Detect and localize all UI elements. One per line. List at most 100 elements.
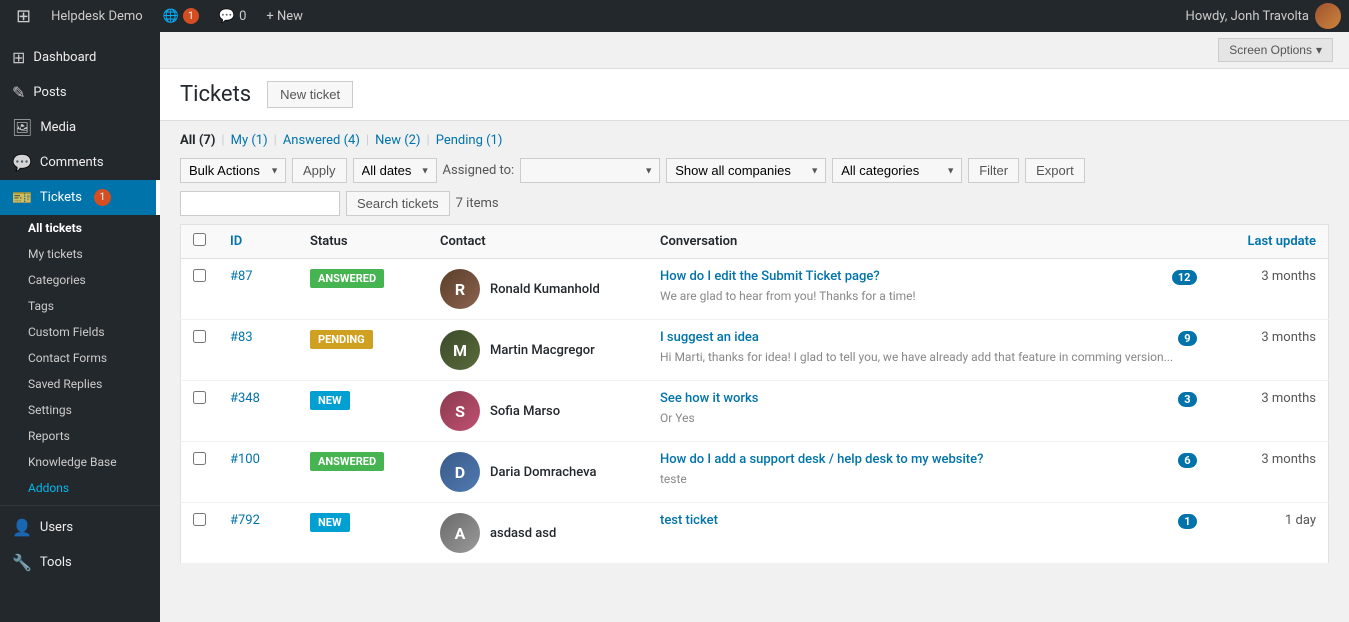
contact-cell: A asdasd asd xyxy=(440,513,636,553)
th-conversation: Conversation xyxy=(648,225,1209,259)
ticket-id[interactable]: #100 xyxy=(230,452,260,467)
bulk-actions-select[interactable]: Bulk Actions xyxy=(180,158,286,183)
posts-icon: ✎ xyxy=(12,83,25,102)
row-id-cell: #83 xyxy=(218,320,298,381)
row-contact-cell: R Ronald Kumanhold xyxy=(428,259,648,320)
conv-title-link[interactable]: How do I add a support desk / help desk … xyxy=(660,452,1170,467)
main-content: Screen Options ▾ Tickets New ticket All … xyxy=(160,32,1349,622)
sidebar-item-media[interactable]: 🖼 Media xyxy=(0,110,160,145)
comments-icon: 💬 xyxy=(12,153,32,172)
comment-count: 0 xyxy=(239,9,246,24)
th-last-update[interactable]: Last update xyxy=(1209,225,1329,259)
tickets-icon: 🎫 xyxy=(12,188,32,207)
row-checkbox[interactable] xyxy=(193,330,206,343)
search-button[interactable]: Search tickets xyxy=(346,191,450,216)
conv-title: How do I add a support desk / help desk … xyxy=(660,452,1197,468)
status-badge: NEW xyxy=(310,513,350,532)
all-dates-select[interactable]: All dates xyxy=(353,158,437,183)
globe-item[interactable]: 🌐 1 xyxy=(155,0,207,32)
row-checkbox[interactable] xyxy=(193,269,206,282)
filter-tab-answered[interactable]: Answered (4) xyxy=(283,133,360,148)
sidebar-item-comments[interactable]: 💬 Comments xyxy=(0,145,160,180)
new-item[interactable]: + New xyxy=(258,0,311,32)
row-id-cell: #100 xyxy=(218,442,298,503)
tools-icon: 🔧 xyxy=(12,553,32,572)
ticket-id[interactable]: #87 xyxy=(230,269,253,284)
apply-button[interactable]: Apply xyxy=(292,158,347,183)
sidebar-item-custom-fields[interactable]: Custom Fields xyxy=(28,319,160,345)
table-row: #87 ANSWERED R Ronald Kumanhold How do I… xyxy=(181,259,1329,320)
filter-tab-pending[interactable]: Pending (1) xyxy=(436,133,503,148)
sidebar-item-tools[interactable]: 🔧 Tools xyxy=(0,545,160,580)
comment-item[interactable]: 💬 0 xyxy=(211,0,255,32)
sidebar-item-posts[interactable]: ✎ Posts xyxy=(0,75,160,110)
export-button[interactable]: Export xyxy=(1025,158,1085,183)
companies-select[interactable]: Show all companies xyxy=(666,158,826,183)
sidebar-item-tickets[interactable]: 🎫 Tickets 1 xyxy=(0,180,160,215)
sidebar-item-addons[interactable]: Addons xyxy=(28,475,160,501)
contact-name: Ronald Kumanhold xyxy=(490,282,600,297)
row-checkbox[interactable] xyxy=(193,391,206,404)
sidebar-item-saved-replies[interactable]: Saved Replies xyxy=(28,371,160,397)
contact-name: Martin Macgregor xyxy=(490,343,595,358)
conv-title-link[interactable]: I suggest an idea xyxy=(660,330,1170,345)
users-icon: 👤 xyxy=(12,518,32,537)
filter-tab-new[interactable]: New (2) xyxy=(375,133,420,148)
contact-forms-label: Contact Forms xyxy=(28,351,107,365)
sidebar-item-reports[interactable]: Reports xyxy=(28,423,160,449)
conv-title-link[interactable]: See how it works xyxy=(660,391,1170,406)
filter-button[interactable]: Filter xyxy=(968,158,1019,183)
sidebar-item-all-tickets[interactable]: All tickets xyxy=(28,215,160,241)
sidebar-item-contact-forms[interactable]: Contact Forms xyxy=(28,345,160,371)
conv-preview: Or Yes xyxy=(660,410,1197,427)
sidebar-item-users[interactable]: 👤 Users xyxy=(0,510,160,545)
sep1: | xyxy=(221,133,224,148)
last-update: 3 months xyxy=(1261,391,1316,406)
items-count: 7 items xyxy=(456,196,499,211)
sidebar-label-tickets: Tickets xyxy=(40,190,82,205)
status-badge: NEW xyxy=(310,391,350,410)
ticket-id[interactable]: #792 xyxy=(230,513,260,528)
row-status-cell: NEW xyxy=(298,503,428,564)
th-id[interactable]: ID xyxy=(218,225,298,259)
search-input[interactable] xyxy=(180,191,340,216)
conv-title-link[interactable]: test ticket xyxy=(660,513,1170,528)
toolbar-row: Bulk Actions Apply All dates Assigned to… xyxy=(180,158,1329,216)
conv-title-link[interactable]: How do I edit the Submit Ticket page? xyxy=(660,269,1164,284)
sidebar-label-users: Users xyxy=(40,520,73,535)
row-checkbox[interactable] xyxy=(193,513,206,526)
custom-fields-label: Custom Fields xyxy=(28,325,105,339)
row-checkbox[interactable] xyxy=(193,452,206,465)
sep2: | xyxy=(274,133,277,148)
wp-logo-item[interactable]: ⊞ xyxy=(8,0,39,32)
row-id-cell: #348 xyxy=(218,381,298,442)
sidebar-item-settings[interactable]: Settings xyxy=(28,397,160,423)
sidebar-item-knowledge-base[interactable]: Knowledge Base xyxy=(28,449,160,475)
filter-tab-my[interactable]: My (1) xyxy=(231,133,268,148)
ticket-id[interactable]: #348 xyxy=(230,391,260,406)
assigned-to-select[interactable] xyxy=(520,158,660,183)
filter-tab-all[interactable]: All (7) xyxy=(180,133,215,148)
screen-options-button[interactable]: Screen Options ▾ xyxy=(1218,38,1333,62)
addons-label: Addons xyxy=(28,481,69,495)
assigned-to-wrap xyxy=(520,158,660,183)
settings-label: Settings xyxy=(28,403,72,417)
conv-count: 6 xyxy=(1178,453,1196,468)
select-all-checkbox[interactable] xyxy=(193,233,206,246)
sidebar-item-categories[interactable]: Categories xyxy=(28,267,160,293)
row-status-cell: PENDING xyxy=(298,320,428,381)
new-ticket-button[interactable]: New ticket xyxy=(267,81,353,108)
last-update: 3 months xyxy=(1261,330,1316,345)
sidebar-item-tags[interactable]: Tags xyxy=(28,293,160,319)
categories-select[interactable]: All categories xyxy=(832,158,962,183)
sidebar-item-my-tickets[interactable]: My tickets xyxy=(28,241,160,267)
row-status-cell: NEW xyxy=(298,381,428,442)
table-row: #348 NEW S Sofia Marso See how it works … xyxy=(181,381,1329,442)
site-name-item[interactable]: Helpdesk Demo xyxy=(43,0,151,32)
page-title: Tickets xyxy=(180,82,251,107)
row-id-cell: #792 xyxy=(218,503,298,564)
row-lastupdate-cell: 3 months xyxy=(1209,259,1329,320)
sidebar-item-dashboard[interactable]: ⊞ Dashboard xyxy=(0,40,160,75)
ticket-id[interactable]: #83 xyxy=(230,330,253,345)
user-avatar xyxy=(1315,3,1341,29)
